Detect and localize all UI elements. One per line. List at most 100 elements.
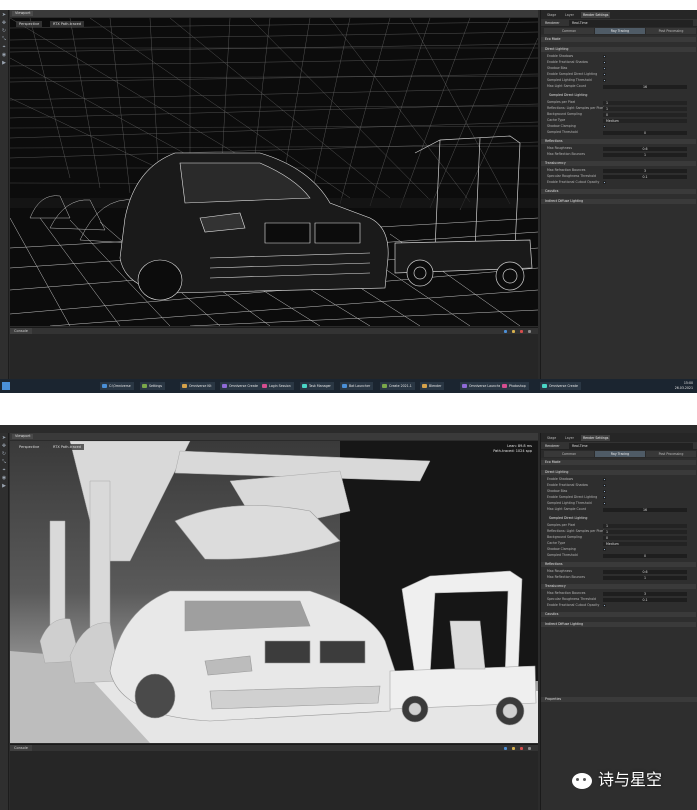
setting-checkbox[interactable]	[603, 478, 606, 481]
tab-layer[interactable]: Layer	[563, 12, 576, 18]
taskbar-item[interactable]: C:\Omniverse	[100, 382, 134, 390]
setting-value-field[interactable]: 1	[603, 575, 687, 580]
subtab-post-processing[interactable]: Post Processing	[646, 451, 696, 457]
setting-dropdown[interactable]: Medium	[603, 541, 687, 546]
tab-console[interactable]: Console	[10, 745, 32, 751]
clear-icon[interactable]	[528, 746, 532, 750]
setting-value-field[interactable]: 0.6	[603, 569, 687, 574]
section-header[interactable]: Indirect Diffuse Lighting	[541, 622, 696, 627]
setting-dropdown[interactable]: 0	[603, 535, 687, 540]
setting-value-field[interactable]: 0.1	[603, 597, 687, 602]
setting-value-field[interactable]: 3	[603, 591, 687, 596]
setting-value-field[interactable]: 0	[603, 130, 687, 135]
section-header[interactable]: Sampled Direct Lighting	[541, 516, 696, 521]
subtab-ray-tracing[interactable]: Ray Tracing	[595, 451, 645, 457]
play-icon[interactable]: ▶	[1, 61, 7, 66]
setting-checkbox[interactable]	[603, 604, 606, 607]
setting-value-field[interactable]: 0.6	[603, 146, 687, 151]
setting-dropdown[interactable]: 0	[603, 112, 687, 117]
taskbar-item[interactable]: Omniverse Create	[540, 382, 581, 390]
setting-value-field[interactable]: 1	[603, 152, 687, 157]
tab-layer[interactable]: Layer	[563, 435, 576, 441]
tab-console[interactable]: Console	[10, 328, 32, 334]
play-icon[interactable]: ▶	[1, 484, 7, 489]
taskbar-item[interactable]: Omniverse Kit	[180, 382, 215, 390]
filter-error-icon[interactable]	[519, 329, 524, 333]
taskbar-item[interactable]: Settings	[140, 382, 166, 390]
section-header[interactable]: Direct Lighting	[541, 470, 696, 475]
snap-icon[interactable]: ⌖	[1, 468, 7, 473]
taskbar-item[interactable]: Bat Launcher	[340, 382, 374, 390]
rotate-icon[interactable]: ↻	[1, 29, 7, 34]
taskbar-item[interactable]: Task Manager	[300, 382, 334, 390]
start-icon[interactable]	[2, 382, 10, 390]
setting-dropdown[interactable]: 1	[603, 100, 687, 105]
section-header[interactable]: Translucency	[541, 161, 696, 166]
setting-value-field[interactable]: 3	[603, 168, 687, 173]
section-header[interactable]: Caustics	[541, 612, 696, 617]
setting-checkbox[interactable]	[603, 496, 606, 499]
tab-render-settings[interactable]: Render Settings	[581, 12, 611, 18]
snap-icon[interactable]: ⌖	[1, 45, 7, 50]
subtab-post-processing[interactable]: Post Processing	[646, 28, 696, 34]
setting-checkbox[interactable]	[603, 61, 606, 64]
renderer-select[interactable]: Real-Time	[569, 443, 693, 449]
tab-viewport[interactable]: Viewport	[12, 434, 34, 439]
viewport-camera-menu[interactable]: Perspective	[16, 444, 43, 450]
setting-dropdown[interactable]: 1	[603, 523, 687, 528]
setting-checkbox[interactable]	[603, 73, 606, 76]
viewport-wireframe[interactable]: Perspective RTX Path-traced	[10, 18, 538, 326]
filter-warning-icon[interactable]	[511, 746, 516, 750]
setting-checkbox[interactable]	[603, 55, 606, 58]
taskbar-item[interactable]: Blender	[420, 382, 445, 390]
section-header[interactable]: Eco Mode	[541, 460, 696, 465]
setting-checkbox[interactable]	[603, 125, 606, 128]
select-icon[interactable]: ➤	[1, 13, 7, 18]
setting-checkbox[interactable]	[603, 67, 606, 70]
taskbar-item[interactable]: Omniverse Launcher	[460, 382, 506, 390]
filter-info-icon[interactable]	[503, 329, 508, 333]
section-header[interactable]: Sampled Direct Lighting	[541, 93, 696, 98]
section-header[interactable]: Caustics	[541, 189, 696, 194]
setting-value-field[interactable]: 0	[603, 553, 687, 558]
setting-checkbox[interactable]	[603, 502, 606, 505]
setting-checkbox[interactable]	[603, 79, 606, 82]
section-header[interactable]: Indirect Diffuse Lighting	[541, 199, 696, 204]
move-icon[interactable]: ✥	[1, 21, 7, 26]
taskbar-item[interactable]: Login Session	[260, 382, 294, 390]
renderer-select[interactable]: Real-Time	[569, 20, 693, 26]
filter-info-icon[interactable]	[503, 746, 508, 750]
taskbar-clock[interactable]: 15:00 26.03.2021	[675, 381, 693, 391]
taskbar-item[interactable]: Photoshop	[500, 382, 529, 390]
camera-icon[interactable]: ◉	[1, 476, 7, 481]
subtab-common[interactable]: Common	[544, 451, 594, 457]
scale-icon[interactable]: ⤡	[1, 460, 7, 465]
viewport-camera-menu[interactable]: Perspective	[16, 21, 43, 27]
setting-value-field[interactable]: 16	[603, 84, 687, 89]
section-header[interactable]: Reflections	[541, 139, 696, 144]
section-header[interactable]: Eco Mode	[541, 37, 696, 42]
camera-icon[interactable]: ◉	[1, 53, 7, 58]
setting-dropdown[interactable]: 1	[603, 106, 687, 111]
filter-error-icon[interactable]	[519, 746, 524, 750]
subtab-ray-tracing[interactable]: Ray Tracing	[595, 28, 645, 34]
viewport-render-mode-menu[interactable]: RTX Path-traced	[50, 21, 85, 27]
viewport-rendered[interactable]: Perspective RTX Path-traced Lean: 89.8 m…	[10, 441, 538, 743]
clear-icon[interactable]	[528, 329, 532, 333]
move-icon[interactable]: ✥	[1, 444, 7, 449]
tab-stage[interactable]: Stage	[545, 435, 558, 441]
section-header[interactable]: Reflections	[541, 562, 696, 567]
viewport-render-mode-menu[interactable]: RTX Path-traced	[50, 444, 85, 450]
section-header[interactable]: Translucency	[541, 584, 696, 589]
properties-header[interactable]: Properties	[541, 697, 697, 702]
setting-checkbox[interactable]	[603, 548, 606, 551]
select-icon[interactable]: ➤	[1, 436, 7, 441]
setting-value-field[interactable]: 16	[603, 507, 687, 512]
setting-checkbox[interactable]	[603, 181, 606, 184]
rotate-icon[interactable]: ↻	[1, 452, 7, 457]
tab-stage[interactable]: Stage	[545, 12, 558, 18]
subtab-common[interactable]: Common	[544, 28, 594, 34]
taskbar-item[interactable]: Omniverse Create	[220, 382, 261, 390]
tab-render-settings[interactable]: Render Settings	[581, 435, 611, 441]
setting-value-field[interactable]: 0.1	[603, 174, 687, 179]
